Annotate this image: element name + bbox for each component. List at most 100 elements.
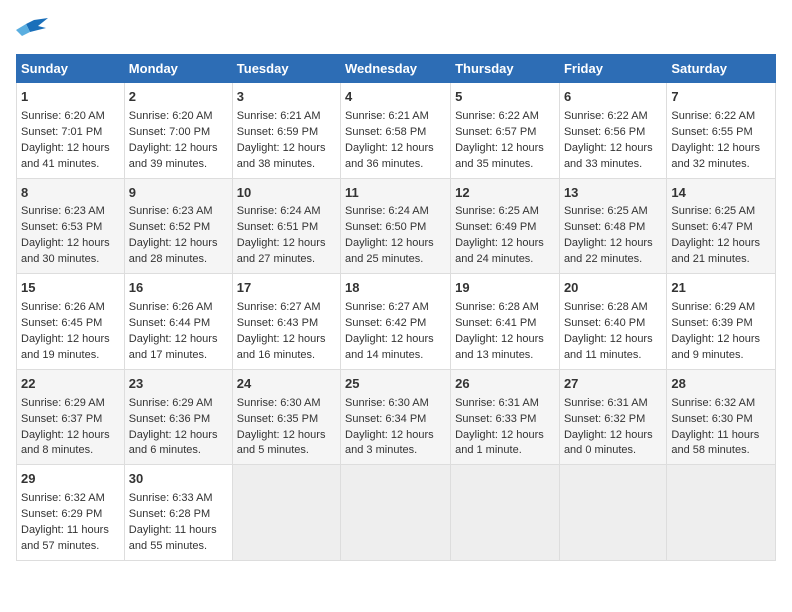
day-number: 24 [237, 375, 336, 394]
calendar-cell: 5Sunrise: 6:22 AMSunset: 6:57 PMDaylight… [451, 83, 560, 179]
sunset-text: Sunset: 6:41 PM [455, 317, 536, 329]
calendar-cell: 18Sunrise: 6:27 AMSunset: 6:42 PMDayligh… [341, 274, 451, 370]
sunrise-text: Sunrise: 6:30 AM [237, 397, 321, 409]
day-number: 22 [21, 375, 120, 394]
day-number: 15 [21, 279, 120, 298]
day-number: 7 [671, 88, 771, 107]
sunrise-text: Sunrise: 6:23 AM [21, 205, 105, 217]
day-number: 26 [455, 375, 555, 394]
day-number: 4 [345, 88, 446, 107]
calendar-week-row: 22 Sunrise: 6:29 AM Sunset: 6:37 PM Dayligh… [17, 369, 776, 465]
daylight-label: Daylight: 12 hours and 16 minutes. [237, 333, 326, 361]
day-number: 29 [21, 470, 120, 489]
sunset-text: Sunset: 6:42 PM [345, 317, 426, 329]
logo [16, 16, 52, 44]
daylight-label: Daylight: 11 hours and 55 minutes. [129, 524, 217, 552]
sunset-text: Sunset: 7:00 PM [129, 126, 210, 138]
calendar-cell: 21Sunrise: 6:29 AMSunset: 6:39 PMDayligh… [667, 274, 776, 370]
sunset-text: Sunset: 6:58 PM [345, 126, 426, 138]
calendar-cell: 27Sunrise: 6:31 AMSunset: 6:32 PMDayligh… [559, 369, 666, 465]
day-number: 17 [237, 279, 336, 298]
calendar-cell: 22Sunrise: 6:29 AMSunset: 6:37 PMDayligh… [17, 369, 125, 465]
calendar-cell: 25Sunrise: 6:30 AMSunset: 6:34 PMDayligh… [341, 369, 451, 465]
sunrise-text: Sunrise: 6:28 AM [564, 301, 648, 313]
day-number: 28 [671, 375, 771, 394]
calendar-cell: 7Sunrise: 6:22 AMSunset: 6:55 PMDaylight… [667, 83, 776, 179]
calendar-cell: 30Sunrise: 6:33 AMSunset: 6:28 PMDayligh… [124, 465, 232, 561]
calendar-cell: 14Sunrise: 6:25 AMSunset: 6:47 PMDayligh… [667, 178, 776, 274]
daylight-label: Daylight: 12 hours and 41 minutes. [21, 142, 110, 170]
sunset-text: Sunset: 6:51 PM [237, 221, 318, 233]
day-number: 5 [455, 88, 555, 107]
daylight-label: Daylight: 12 hours and 35 minutes. [455, 142, 544, 170]
sunset-text: Sunset: 6:40 PM [564, 317, 645, 329]
weekday-header-saturday: Saturday [667, 55, 776, 83]
sunset-text: Sunset: 6:59 PM [237, 126, 318, 138]
sunset-text: Sunset: 6:36 PM [129, 413, 210, 425]
sunset-text: Sunset: 6:29 PM [21, 508, 102, 520]
day-number: 20 [564, 279, 662, 298]
sunrise-text: Sunrise: 6:31 AM [564, 397, 648, 409]
calendar-week-row: 8Sunrise: 6:23 AMSunset: 6:53 PMDaylight… [17, 178, 776, 274]
sunset-text: Sunset: 6:37 PM [21, 413, 102, 425]
sunset-text: Sunset: 6:48 PM [564, 221, 645, 233]
daylight-label: Daylight: 12 hours and 19 minutes. [21, 333, 110, 361]
logo-icon [16, 16, 48, 44]
sunset-text: Sunset: 6:49 PM [455, 221, 536, 233]
sunrise-text: Sunrise: 6:24 AM [237, 205, 321, 217]
sunset-text: Sunset: 7:01 PM [21, 126, 102, 138]
day-number: 8 [21, 184, 120, 203]
day-number: 27 [564, 375, 662, 394]
sunrise-text: Sunrise: 6:21 AM [345, 110, 429, 122]
sunset-text: Sunset: 6:35 PM [237, 413, 318, 425]
day-number: 16 [129, 279, 228, 298]
sunset-text: Sunset: 6:33 PM [455, 413, 536, 425]
calendar-cell: 13Sunrise: 6:25 AMSunset: 6:48 PMDayligh… [559, 178, 666, 274]
daylight-label: Daylight: 12 hours and 36 minutes. [345, 142, 434, 170]
day-number: 12 [455, 184, 555, 203]
sunset-text: Sunset: 6:28 PM [129, 508, 210, 520]
sunrise-text: Sunrise: 6:30 AM [345, 397, 429, 409]
day-number: 3 [237, 88, 336, 107]
calendar-cell: 19Sunrise: 6:28 AMSunset: 6:41 PMDayligh… [451, 274, 560, 370]
daylight-label: Daylight: 12 hours and 38 minutes. [237, 142, 326, 170]
calendar-cell: 3Sunrise: 6:21 AMSunset: 6:59 PMDaylight… [232, 83, 340, 179]
weekday-header-row: SundayMondayTuesdayWednesdayThursdayFrid… [17, 55, 776, 83]
calendar-cell: 16Sunrise: 6:26 AMSunset: 6:44 PMDayligh… [124, 274, 232, 370]
sunrise-text: Sunrise: 6:20 AM [129, 110, 213, 122]
daylight-label: Daylight: 12 hours and 32 minutes. [671, 142, 760, 170]
sunset-text: Sunset: 6:44 PM [129, 317, 210, 329]
day-number: 30 [129, 470, 228, 489]
sunset-text: Sunset: 6:43 PM [237, 317, 318, 329]
sunrise-text: Sunrise: 6:22 AM [564, 110, 648, 122]
sunset-text: Sunset: 6:30 PM [671, 413, 752, 425]
daylight-label: Daylight: 12 hours and 33 minutes. [564, 142, 653, 170]
daylight-label: Daylight: 11 hours and 57 minutes. [21, 524, 109, 552]
calendar-cell: 8Sunrise: 6:23 AMSunset: 6:53 PMDaylight… [17, 178, 125, 274]
calendar-cell: 24Sunrise: 6:30 AMSunset: 6:35 PMDayligh… [232, 369, 340, 465]
calendar-cell: 29 Sunrise: 6:32 AM Sunset: 6:29 PM Dayligh… [17, 465, 125, 561]
sunrise-text: Sunrise: 6:29 AM [21, 397, 105, 409]
day-number: 19 [455, 279, 555, 298]
header [16, 16, 776, 44]
day-number: 1 [21, 88, 120, 107]
sunrise-text: Sunrise: 6:32 AM [21, 492, 105, 504]
day-number: 23 [129, 375, 228, 394]
daylight-label: Daylight: 12 hours and 1 minute. [455, 429, 544, 457]
calendar-cell: 10Sunrise: 6:24 AMSunset: 6:51 PMDayligh… [232, 178, 340, 274]
daylight-label: Daylight: 12 hours and 14 minutes. [345, 333, 434, 361]
daylight-label: Daylight: 12 hours and 9 minutes. [671, 333, 760, 361]
calendar-cell: 15Sunrise: 6:26 AMSunset: 6:45 PMDayligh… [17, 274, 125, 370]
calendar-cell [341, 465, 451, 561]
weekday-header-tuesday: Tuesday [232, 55, 340, 83]
sunset-text: Sunset: 6:55 PM [671, 126, 752, 138]
sunset-text: Sunset: 6:39 PM [671, 317, 752, 329]
daylight-label: Daylight: 12 hours and 6 minutes. [129, 429, 218, 457]
calendar-cell [559, 465, 666, 561]
weekday-header-thursday: Thursday [451, 55, 560, 83]
daylight-label: Daylight: 12 hours and 3 minutes. [345, 429, 434, 457]
weekday-header-wednesday: Wednesday [341, 55, 451, 83]
sunset-text: Sunset: 6:53 PM [21, 221, 102, 233]
day-number: 18 [345, 279, 446, 298]
sunrise-text: Sunrise: 6:29 AM [129, 397, 213, 409]
